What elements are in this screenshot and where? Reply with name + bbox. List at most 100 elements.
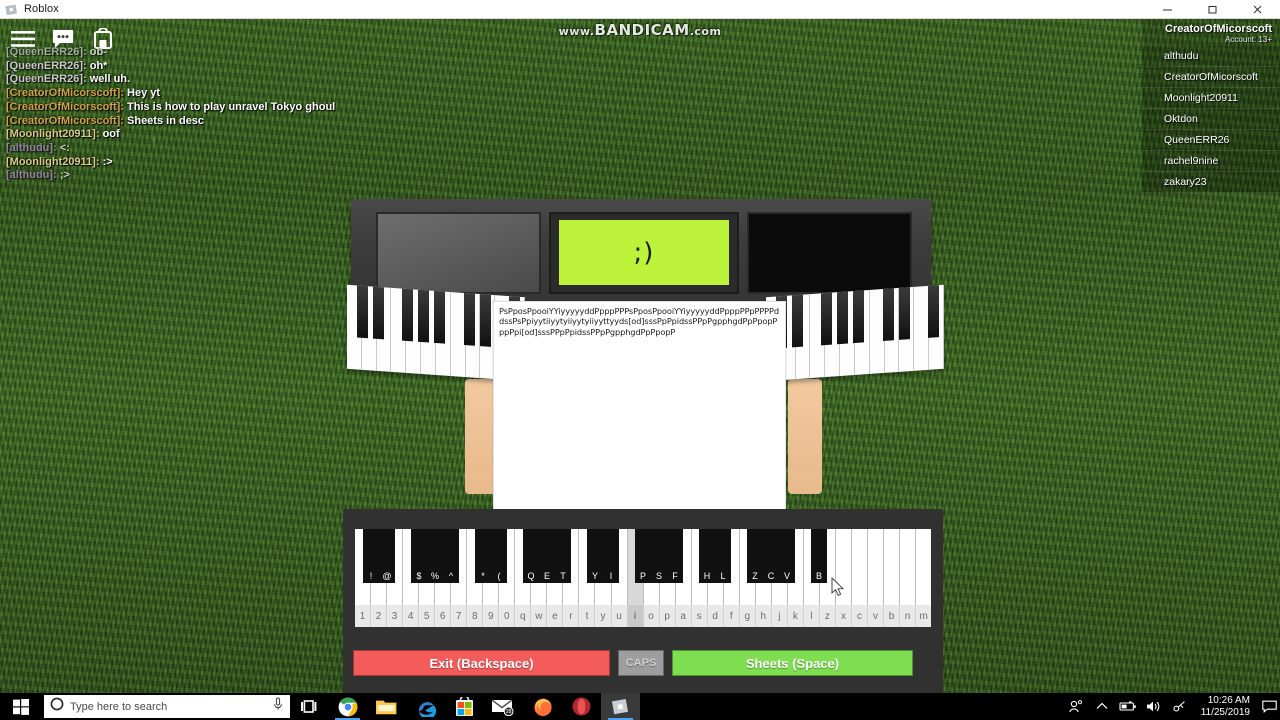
keyboard-display-panel: ;) bbox=[549, 212, 739, 294]
piano-key-label[interactable]: 8 bbox=[467, 605, 484, 627]
piano-white-key[interactable] bbox=[851, 529, 868, 605]
action-center-icon[interactable] bbox=[1258, 693, 1280, 720]
sheets-button[interactable]: Sheets (Space) bbox=[672, 650, 913, 676]
clock-date: 11/25/2019 bbox=[1200, 706, 1250, 718]
player-list-item[interactable]: althudu bbox=[1142, 46, 1280, 67]
piano-black-key[interactable]: E bbox=[539, 529, 555, 583]
piano-key-label[interactable]: z bbox=[820, 605, 836, 627]
piano-black-key[interactable]: C bbox=[763, 529, 779, 583]
piano-black-key[interactable]: V bbox=[779, 529, 795, 583]
piano-key-label[interactable]: x bbox=[836, 605, 852, 627]
chat-message: [Moonlight20911]: oof bbox=[6, 128, 426, 142]
chrome-taskbar-icon[interactable] bbox=[328, 693, 367, 720]
piano-key-label[interactable]: n bbox=[900, 605, 917, 627]
piano-black-key[interactable]: * bbox=[475, 529, 491, 583]
piano-black-key[interactable]: ! bbox=[363, 529, 379, 583]
piano-key-label[interactable]: a bbox=[676, 605, 692, 627]
piano-key-label[interactable]: 5 bbox=[419, 605, 436, 627]
piano-key-label[interactable]: 4 bbox=[403, 605, 420, 627]
opera-taskbar-icon[interactable] bbox=[562, 693, 601, 720]
piano-key-label[interactable]: g bbox=[740, 605, 756, 627]
piano-key-label[interactable]: d bbox=[708, 605, 724, 627]
player-list-item[interactable]: QueenERR26 bbox=[1142, 130, 1280, 151]
piano-white-key[interactable] bbox=[916, 529, 932, 605]
piano-key-label[interactable]: 1 bbox=[355, 605, 372, 627]
task-view-icon[interactable] bbox=[290, 693, 328, 720]
piano-key-label[interactable]: l bbox=[804, 605, 820, 627]
network-icon[interactable] bbox=[1167, 693, 1193, 720]
piano-key-label[interactable]: w bbox=[531, 605, 548, 627]
taskbar-clock[interactable]: 10:26 AM 11/25/2019 bbox=[1193, 693, 1258, 720]
volume-icon[interactable] bbox=[1141, 693, 1167, 720]
microphone-icon[interactable] bbox=[272, 697, 284, 716]
maximize-button[interactable] bbox=[1190, 0, 1235, 19]
piano-key-label[interactable]: j bbox=[772, 605, 788, 627]
piano-key-label[interactable]: b bbox=[884, 605, 901, 627]
show-hidden-icons-chevron[interactable] bbox=[1089, 693, 1115, 720]
piano-key-label[interactable]: 9 bbox=[483, 605, 500, 627]
piano-key-label[interactable]: r bbox=[563, 605, 580, 627]
piano-key-label[interactable]: f bbox=[724, 605, 740, 627]
piano-key-label[interactable]: v bbox=[868, 605, 885, 627]
piano-black-key[interactable]: Y bbox=[587, 529, 603, 583]
piano-key-label[interactable]: k bbox=[788, 605, 804, 627]
piano-black-key[interactable]: I bbox=[603, 529, 619, 583]
piano-key-label[interactable]: u bbox=[612, 605, 628, 627]
people-icon[interactable] bbox=[1063, 693, 1089, 720]
piano-key-label[interactable]: c bbox=[852, 605, 868, 627]
piano-key-label[interactable]: h bbox=[756, 605, 772, 627]
piano-gui[interactable]: ! @ $% ^ * ( Q E T Y I P S F H L Z C V B 1234567890qwertyui… bbox=[343, 509, 943, 693]
exit-button[interactable]: Exit (Backspace) bbox=[353, 650, 610, 676]
piano-black-key[interactable]: ^ bbox=[443, 529, 459, 583]
player-list-item[interactable]: Moonlight20911 bbox=[1142, 88, 1280, 109]
piano-black-key[interactable]: Q bbox=[523, 529, 539, 583]
piano-key-label[interactable]: 7 bbox=[451, 605, 468, 627]
piano-black-key[interactable]: T bbox=[555, 529, 571, 583]
piano-key-label[interactable]: 2 bbox=[371, 605, 388, 627]
piano-black-key[interactable]: $ bbox=[411, 529, 427, 583]
file-explorer-taskbar-icon[interactable] bbox=[367, 693, 406, 720]
piano-black-key[interactable]: B bbox=[811, 529, 827, 583]
piano-black-key[interactable]: L bbox=[715, 529, 731, 583]
piano-black-key[interactable]: Z bbox=[747, 529, 763, 583]
piano-key-label[interactable]: 0 bbox=[499, 605, 516, 627]
piano-key-label[interactable]: t bbox=[579, 605, 596, 627]
piano-white-key[interactable] bbox=[900, 529, 917, 605]
piano-black-key[interactable]: F bbox=[667, 529, 683, 583]
piano-white-key[interactable] bbox=[884, 529, 901, 605]
piano-key-label[interactable]: y bbox=[595, 605, 612, 627]
piano-black-key[interactable]: @ bbox=[379, 529, 395, 583]
battery-icon[interactable] bbox=[1115, 693, 1141, 720]
piano-key-label[interactable]: q bbox=[515, 605, 532, 627]
piano-key-label[interactable]: m bbox=[916, 605, 931, 627]
game-viewport[interactable]: www.BANDICAM.com [QueenERR26]: ob- [Queen… bbox=[0, 19, 1280, 693]
mail-taskbar-icon[interactable]: 28 bbox=[484, 693, 523, 720]
piano-key-label[interactable]: e bbox=[547, 605, 564, 627]
player-list-item[interactable]: CreatorOfMicorscoft bbox=[1142, 67, 1280, 88]
piano-black-key[interactable]: P bbox=[635, 529, 651, 583]
firefox-taskbar-icon[interactable] bbox=[523, 693, 562, 720]
windows-start-icon[interactable] bbox=[0, 693, 42, 720]
piano-key-label[interactable]: 3 bbox=[387, 605, 404, 627]
roblox-taskbar-icon[interactable] bbox=[601, 693, 640, 720]
chat-message: [QueenERR26]: ob- bbox=[6, 46, 426, 60]
edge-taskbar-icon[interactable] bbox=[406, 693, 445, 720]
piano-key-label[interactable]: i bbox=[627, 605, 644, 627]
caps-button[interactable]: CAPS bbox=[618, 650, 664, 676]
piano-black-key[interactable]: H bbox=[699, 529, 715, 583]
minimize-button[interactable] bbox=[1145, 0, 1190, 19]
search-input[interactable]: Type here to search bbox=[44, 695, 290, 718]
player-list-item[interactable]: Oktdon bbox=[1142, 109, 1280, 130]
piano-key-label[interactable]: s bbox=[692, 605, 708, 627]
piano-key-label[interactable]: o bbox=[644, 605, 660, 627]
microsoft-store-taskbar-icon[interactable] bbox=[445, 693, 484, 720]
player-list-item[interactable]: rachel9nine bbox=[1142, 151, 1280, 172]
close-button[interactable] bbox=[1235, 0, 1280, 19]
piano-key-label[interactable]: p bbox=[660, 605, 676, 627]
piano-key-label[interactable]: 6 bbox=[435, 605, 452, 627]
piano-black-key[interactable]: % bbox=[427, 529, 443, 583]
piano-black-key[interactable]: S bbox=[651, 529, 667, 583]
piano-white-key[interactable] bbox=[868, 529, 885, 605]
player-list-item[interactable]: zakary23 bbox=[1142, 172, 1280, 193]
piano-black-key[interactable]: ( bbox=[491, 529, 507, 583]
